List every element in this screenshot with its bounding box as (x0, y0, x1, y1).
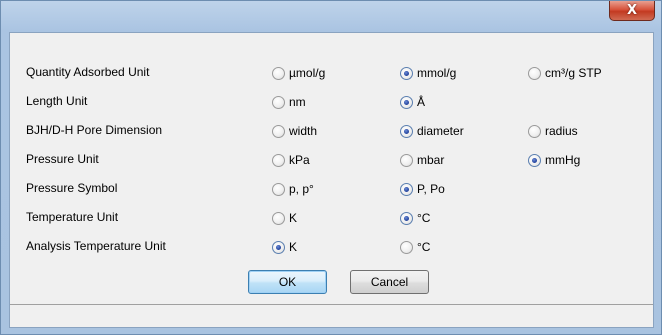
radio-button[interactable] (400, 124, 413, 138)
ok-button[interactable]: OK (248, 270, 327, 294)
radio-label: p, p° (289, 182, 314, 196)
radio-option-mmhg[interactable]: mmHg (528, 149, 580, 171)
row-label: Analysis Temperature Unit (26, 239, 166, 253)
radio-button[interactable] (400, 66, 413, 80)
dialog-content: Quantity Adsorbed Unit µmol/g mmol/g cm³… (9, 32, 654, 328)
radio-label: Å (417, 95, 426, 109)
radio-button[interactable] (400, 240, 413, 254)
radio-option-p-po-upper[interactable]: P, Po (400, 178, 445, 200)
radio-button[interactable] (400, 182, 413, 196)
radio-label: K (289, 240, 298, 254)
radio-label: °C (417, 211, 431, 225)
radio-button[interactable] (272, 124, 285, 138)
setting-row-bjh-pore-dimension: BJH/D-H Pore Dimension width diameter ra… (10, 120, 655, 142)
radio-button[interactable] (272, 240, 285, 254)
radio-option-kelvin[interactable]: K (272, 236, 297, 258)
radio-label: mbar (417, 153, 445, 167)
radio-option-radius[interactable]: radius (528, 120, 578, 142)
setting-row-quantity-adsorbed-unit: Quantity Adsorbed Unit µmol/g mmol/g cm³… (10, 62, 655, 84)
row-label: Pressure Symbol (26, 181, 118, 195)
close-icon: X (626, 3, 638, 18)
radio-button[interactable] (528, 66, 541, 80)
radio-button[interactable] (400, 153, 413, 167)
radio-label: width (289, 124, 318, 138)
setting-row-temperature-unit: Temperature Unit K °C (10, 207, 655, 229)
setting-row-pressure-unit: Pressure Unit kPa mbar mmHg (10, 149, 655, 171)
row-label: BJH/D-H Pore Dimension (26, 123, 163, 137)
radio-label: radius (545, 124, 578, 138)
radio-option-diameter[interactable]: diameter (400, 120, 464, 142)
radio-button[interactable] (400, 95, 413, 109)
radio-option-cm3-g-stp[interactable]: cm³/g STP (528, 62, 602, 84)
title-bar[interactable]: X (1, 1, 661, 33)
radio-option-celsius[interactable]: °C (400, 236, 430, 258)
radio-button[interactable] (272, 66, 285, 80)
radio-label: cm³/g STP (545, 66, 602, 80)
radio-button[interactable] (528, 153, 541, 167)
radio-option-umol-g[interactable]: µmol/g (272, 62, 325, 84)
row-label: Pressure Unit (26, 152, 99, 166)
status-bar (10, 304, 653, 327)
radio-button[interactable] (272, 182, 285, 196)
radio-button[interactable] (272, 153, 285, 167)
radio-label: diameter (417, 124, 464, 138)
row-label: Quantity Adsorbed Unit (26, 65, 150, 79)
setting-row-length-unit: Length Unit nm Å (10, 91, 655, 113)
radio-label: K (289, 211, 298, 225)
radio-option-width[interactable]: width (272, 120, 317, 142)
radio-option-mbar[interactable]: mbar (400, 149, 444, 171)
radio-label: °C (417, 240, 431, 254)
radio-label: nm (289, 95, 306, 109)
radio-label: mmol/g (417, 66, 457, 80)
row-label: Temperature Unit (26, 210, 119, 224)
setting-row-pressure-symbol: Pressure Symbol p, p° P, Po (10, 178, 655, 200)
radio-option-angstrom[interactable]: Å (400, 91, 425, 113)
radio-button[interactable] (272, 95, 285, 109)
radio-button[interactable] (528, 124, 541, 138)
radio-button[interactable] (272, 211, 285, 225)
radio-label: kPa (289, 153, 310, 167)
radio-label: P, Po (417, 182, 445, 196)
cancel-button[interactable]: Cancel (350, 270, 429, 294)
radio-option-mmol-g[interactable]: mmol/g (400, 62, 456, 84)
radio-button[interactable] (400, 211, 413, 225)
radio-option-p-p0-lower[interactable]: p, p° (272, 178, 314, 200)
radio-option-nm[interactable]: nm (272, 91, 306, 113)
dialog-window: X Quantity Adsorbed Unit µmol/g mmol/g c… (0, 0, 662, 335)
radio-option-celsius[interactable]: °C (400, 207, 430, 229)
setting-row-analysis-temperature-unit: Analysis Temperature Unit K °C (10, 236, 655, 258)
row-label: Length Unit (26, 94, 88, 108)
close-button[interactable]: X (609, 1, 655, 21)
radio-label: mmHg (545, 153, 581, 167)
radio-option-kpa[interactable]: kPa (272, 149, 310, 171)
radio-option-kelvin[interactable]: K (272, 207, 297, 229)
radio-label: µmol/g (289, 66, 326, 80)
